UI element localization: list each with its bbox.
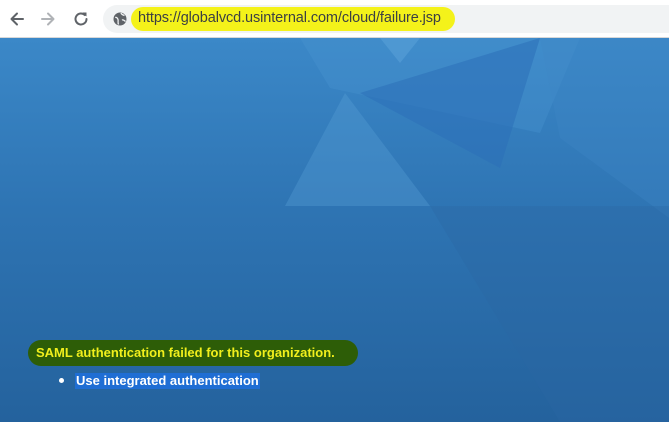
forward-button[interactable] [36,7,60,31]
forward-arrow-icon [41,12,55,26]
reload-button[interactable] [69,7,93,31]
browser-toolbar: https://globalvcd.usinternal.com/cloud/f… [0,0,669,38]
bullet [59,378,64,383]
page-content: SAML authentication failed for this orga… [0,38,669,422]
error-message: SAML authentication failed for this orga… [36,345,335,360]
integrated-auth-link[interactable]: Use integrated authentication [75,373,260,389]
back-arrow-icon [10,12,24,26]
address-bar[interactable]: https://globalvcd.usinternal.com/cloud/f… [103,5,669,33]
globe-icon[interactable] [113,12,127,26]
url-text[interactable]: https://globalvcd.usinternal.com/cloud/f… [138,10,441,26]
back-button[interactable] [5,7,29,31]
link-list: Use integrated authentication [58,372,260,390]
list-item: Use integrated authentication [58,372,260,390]
reload-icon [74,12,88,26]
